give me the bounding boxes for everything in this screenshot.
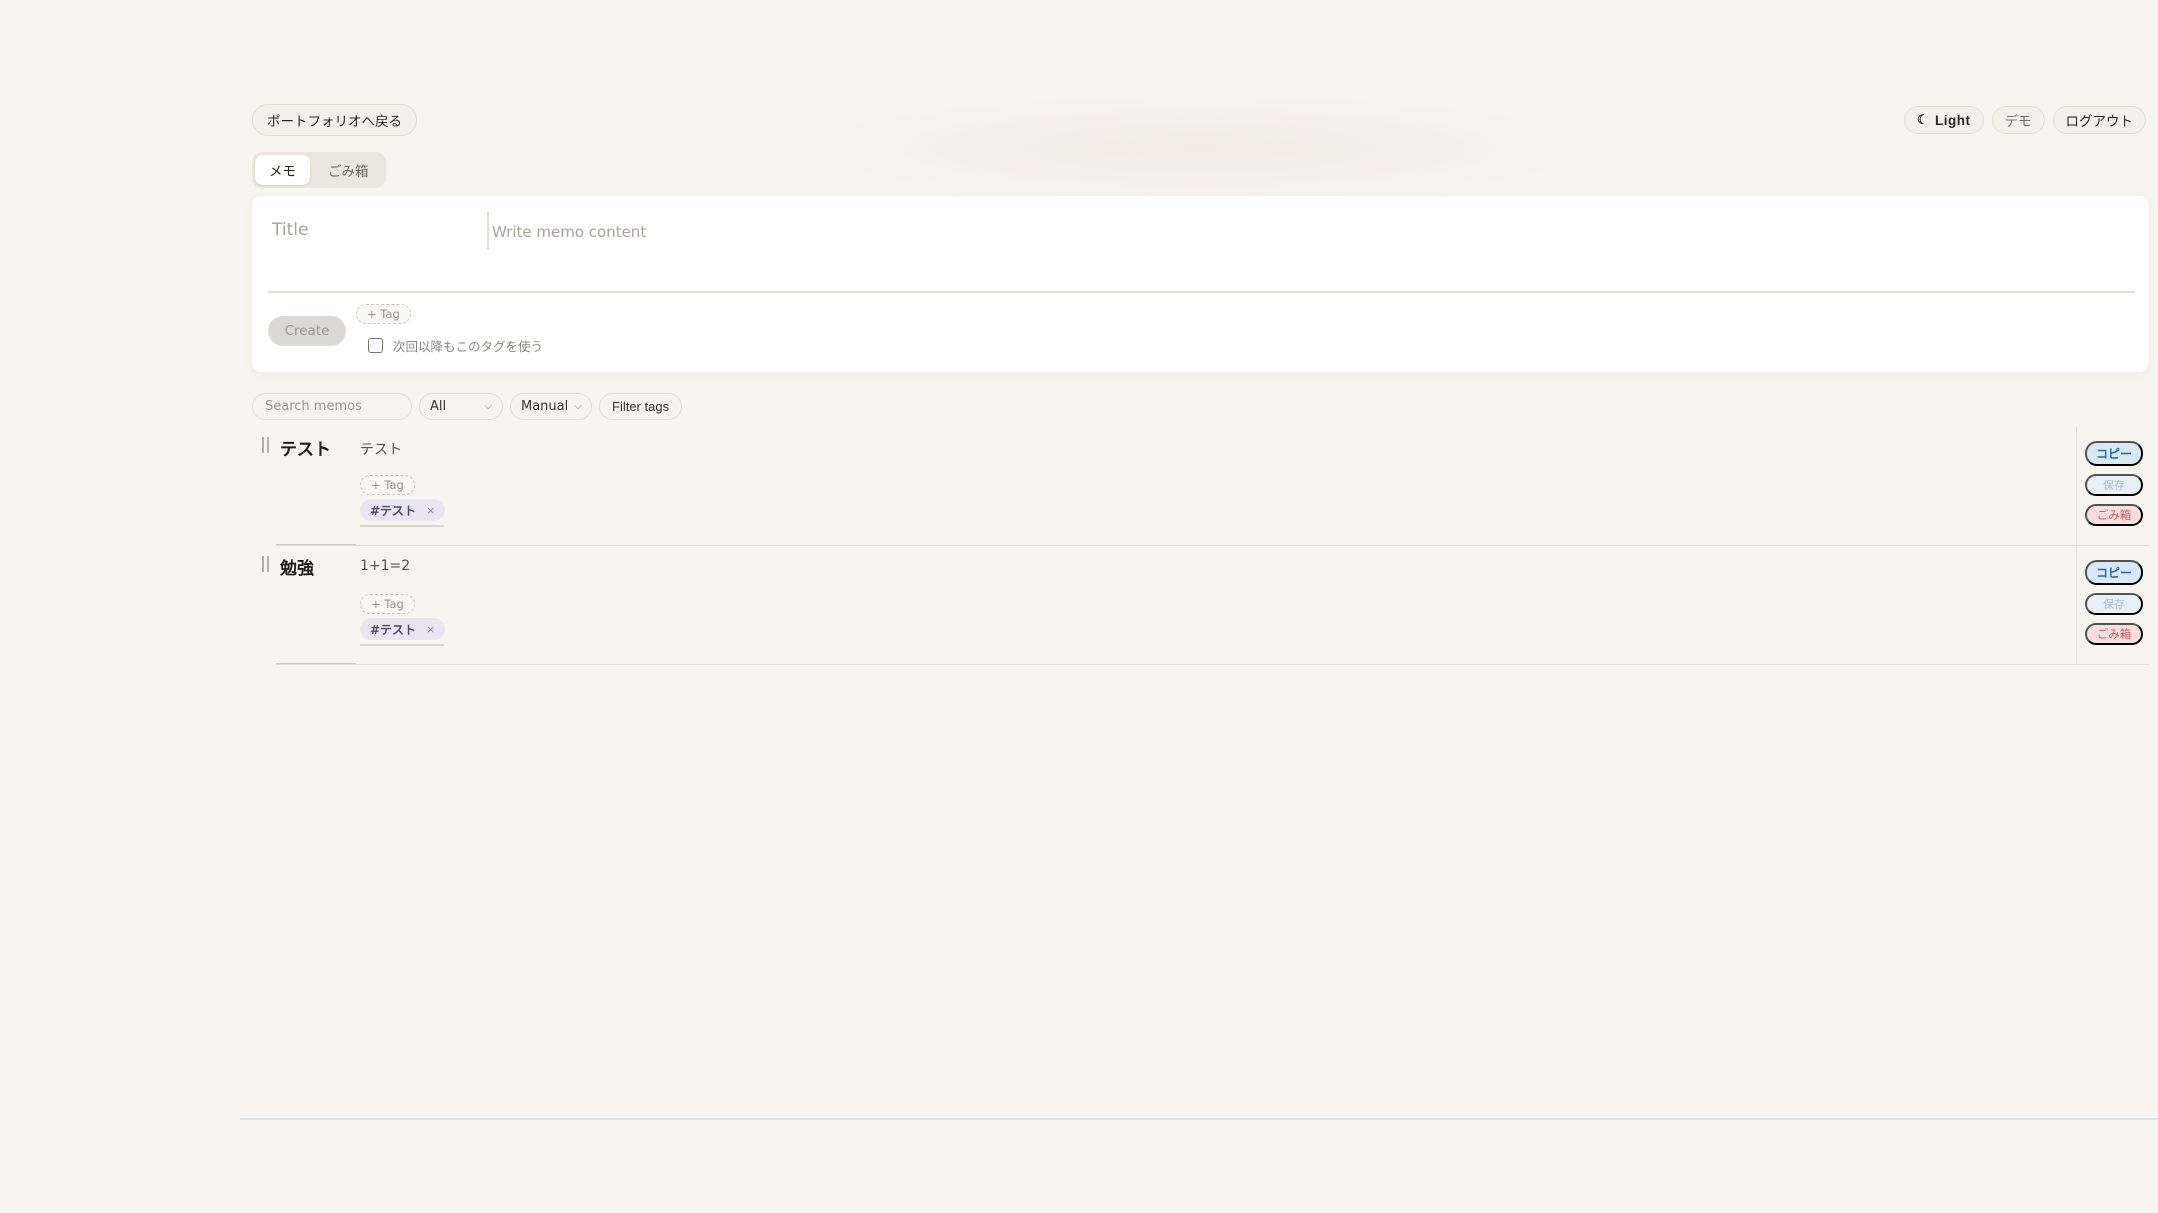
drag-handle-icon[interactable] [262,556,269,572]
tab-trash[interactable]: ごみ箱 [314,155,383,185]
trash-button[interactable]: ごみ箱 [2085,623,2143,645]
search-input[interactable]: Search memos [252,393,412,420]
memo-composer: Create + Tag 次回以降もこのタグを使う [252,196,2149,372]
chevron-down-icon: ⌵ [574,401,582,412]
view-tabs: メモ ごみ箱 [252,152,386,188]
memo-actions: コピー 保存 ごみ箱 [2085,441,2143,526]
status-filter-value: All [430,399,447,414]
tag-chip-label: #テスト [370,622,417,637]
tag-chip-label: #テスト [370,503,417,518]
memo-body[interactable]: テスト [360,439,402,459]
chevron-down-icon: ⌵ [484,401,492,412]
content-input[interactable] [492,214,1992,250]
memo-actions: コピー 保存 ごみ箱 [2085,560,2143,645]
sort-select[interactable]: Manual ⌵ [510,393,592,420]
remember-tags-option[interactable]: 次回以降もこのタグを使う [368,336,543,355]
filter-tags-button[interactable]: Filter tags [599,393,683,420]
add-tag-button[interactable]: + Tag [356,304,411,324]
back-to-portfolio-button[interactable]: ポートフォリオへ戻る [252,104,417,136]
add-tag-button[interactable]: + Tag [360,594,415,614]
copy-button[interactable]: コピー [2085,560,2143,585]
app-container: ポートフォリオへ戻る ☾ Light デモ ログアウト メモ ごみ箱 Creat… [240,0,2158,1120]
memo-item: 勉強 1+1=2 + Tag #テスト × コピー 保存 ごみ箱 [252,546,2149,665]
logout-button[interactable]: ログアウト [2052,106,2146,134]
demo-button[interactable]: デモ [1991,106,2045,134]
row-separator [276,663,2149,665]
header-actions: ☾ Light デモ ログアウト [1903,106,2146,134]
remember-tags-checkbox[interactable] [368,338,383,353]
memo-body[interactable]: 1+1=2 [360,558,410,574]
actions-divider [2075,427,2077,546]
memo-title[interactable]: テスト [280,435,331,460]
remove-tag-icon[interactable]: × [426,623,435,636]
drag-handle-icon[interactable] [262,437,269,453]
title-input[interactable] [272,212,472,248]
actions-divider [2075,546,2077,665]
save-button[interactable]: 保存 [2085,474,2143,496]
composer-separator [268,291,2135,293]
trash-button[interactable]: ごみ箱 [2085,504,2143,526]
status-filter-select[interactable]: All ⌵ [419,393,503,420]
tag-chip[interactable]: #テスト × [360,618,446,640]
theme-toggle-button[interactable]: ☾ Light [1903,106,1984,134]
tag-underline [360,525,444,527]
memo-item: テスト テスト + Tag #テスト × コピー 保存 ごみ箱 [252,427,2149,546]
add-tag-button[interactable]: + Tag [360,475,415,495]
tag-underline [360,644,444,646]
remember-tags-label: 次回以降もこのタグを使う [393,339,544,354]
sort-value: Manual [521,399,569,414]
save-button[interactable]: 保存 [2085,593,2143,615]
memo-toolbar: Search memos All ⌵ Manual ⌵ Filter tags [252,393,683,420]
create-button[interactable]: Create [268,316,346,346]
theme-label: Light [1935,112,1971,128]
tab-memo[interactable]: メモ [255,155,310,185]
memo-title[interactable]: 勉強 [280,554,314,579]
copy-button[interactable]: コピー [2085,441,2143,466]
composer-divider [487,212,489,250]
moon-icon: ☾ [1916,112,1929,127]
remove-tag-icon[interactable]: × [426,504,435,517]
tag-chip[interactable]: #テスト × [360,499,446,521]
